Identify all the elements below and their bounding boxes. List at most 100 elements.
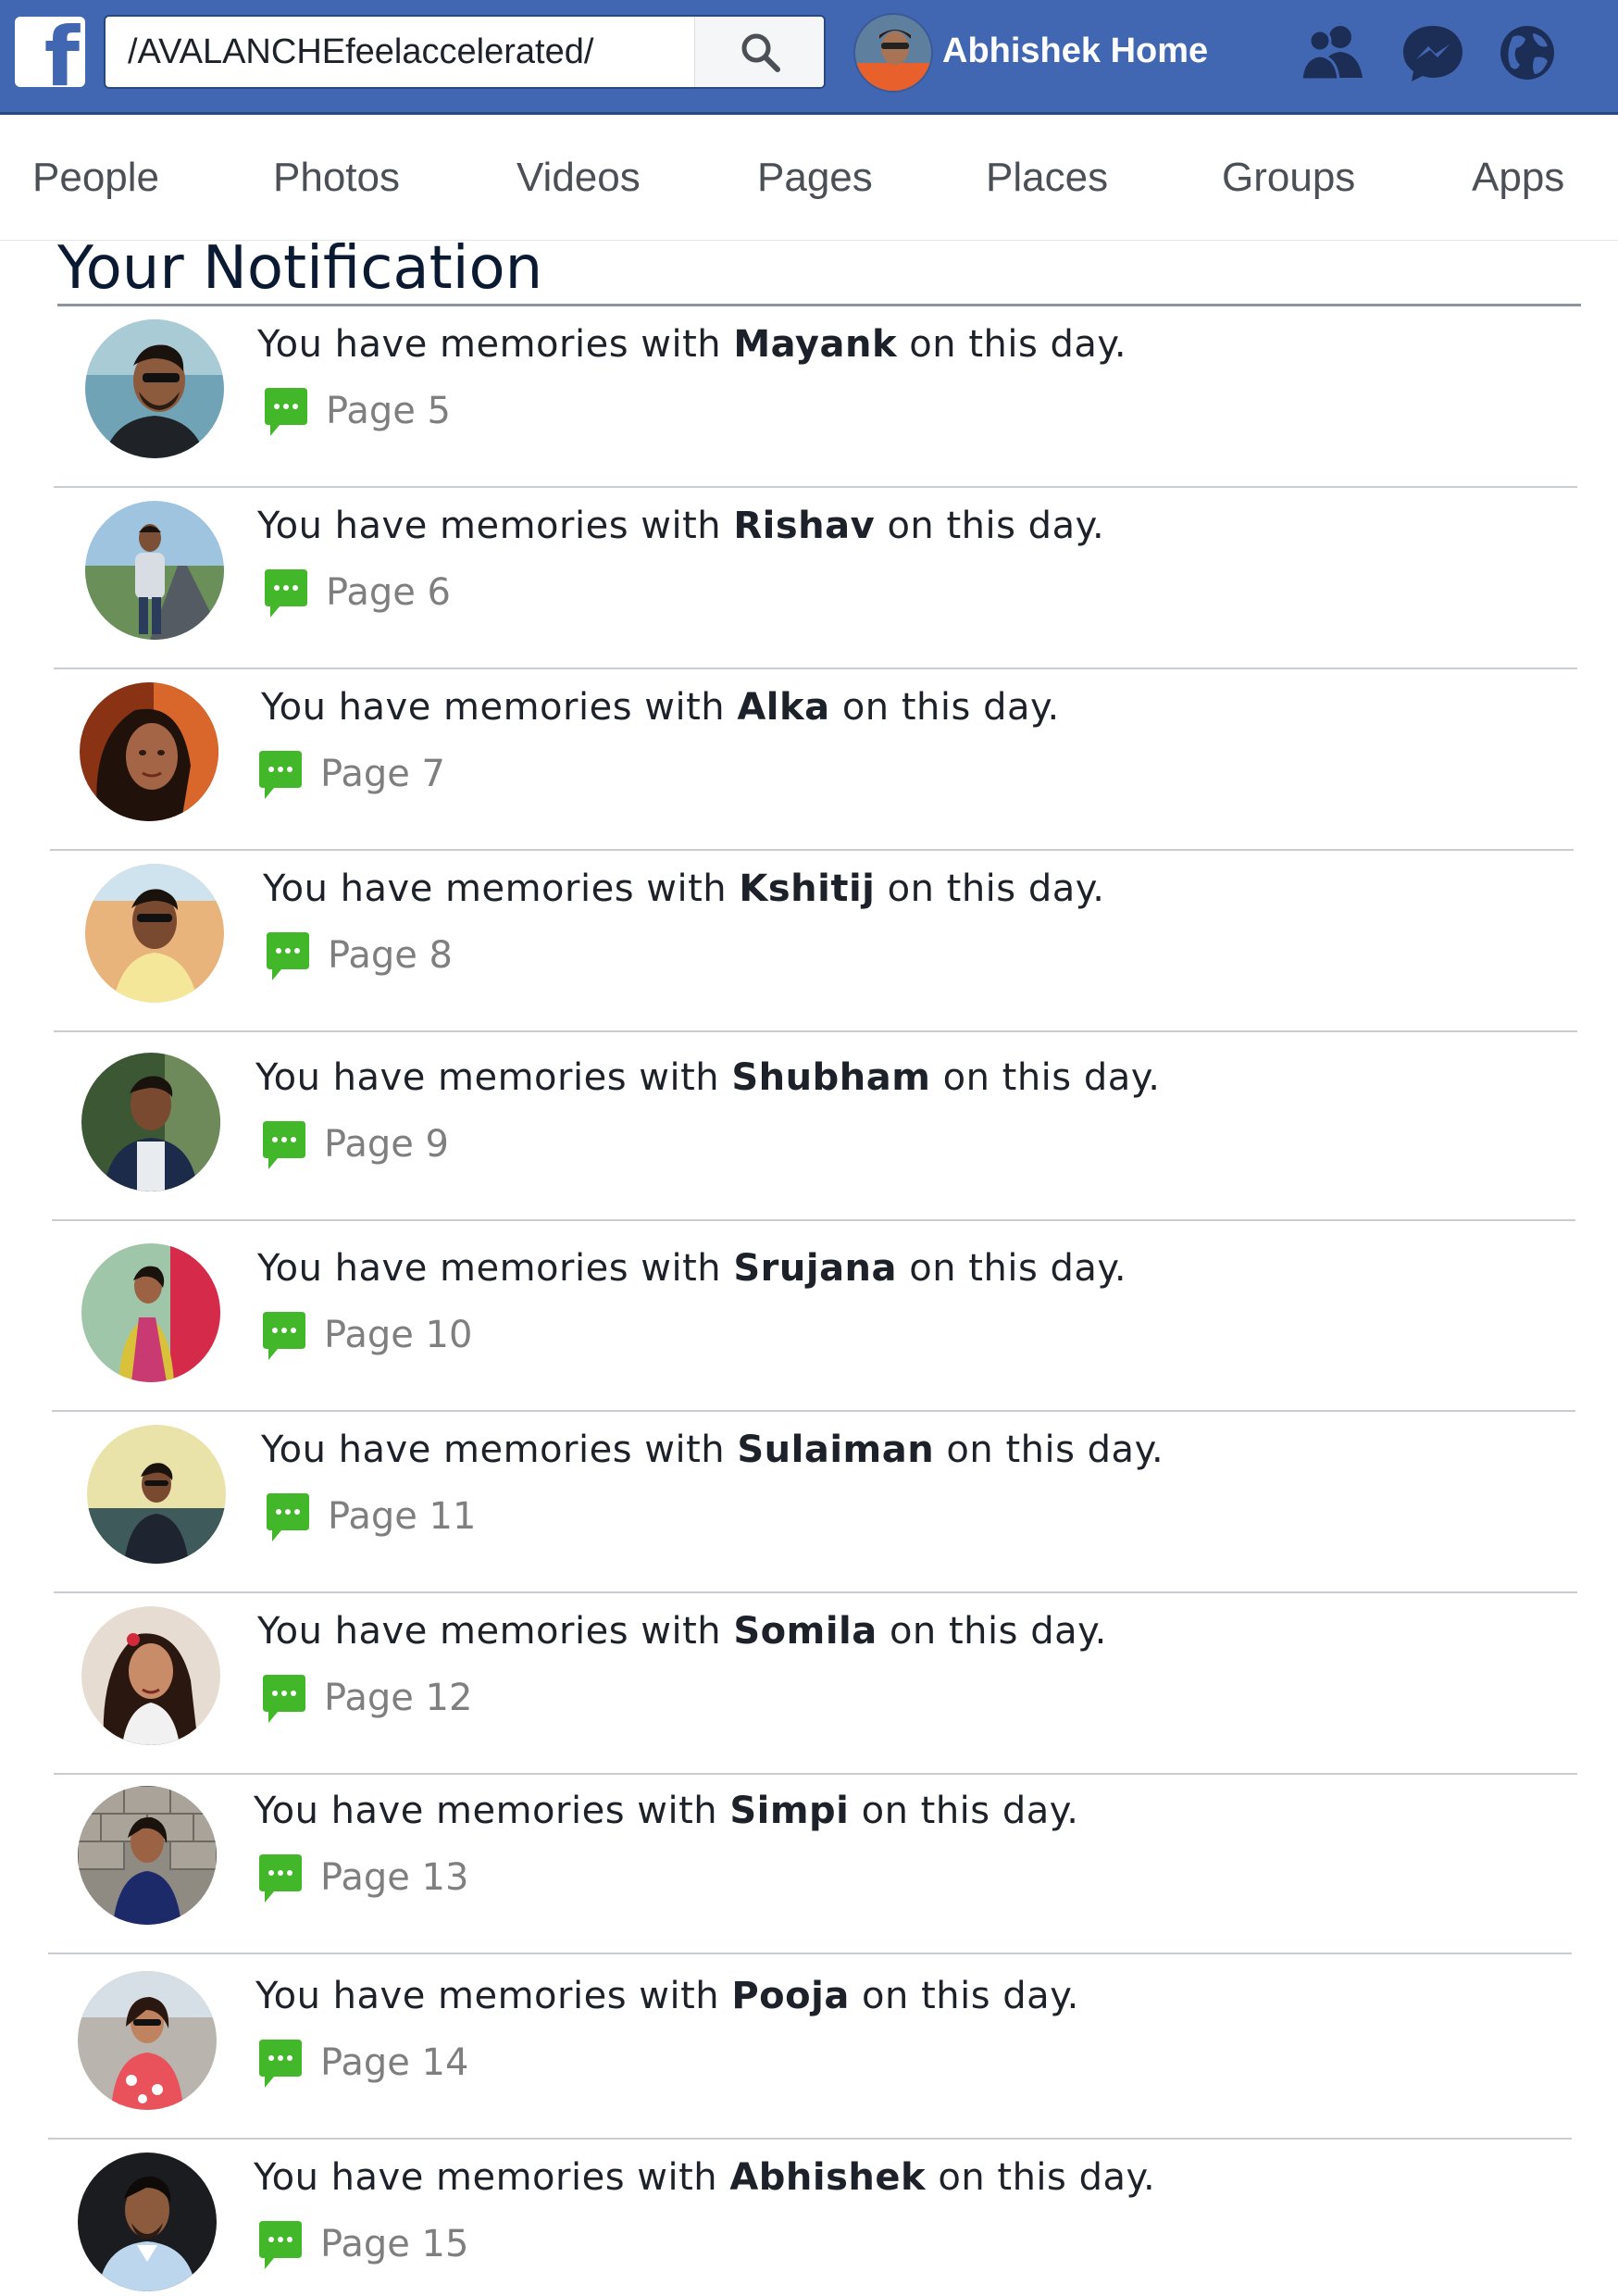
comment-icon [265, 569, 307, 618]
comment-icon [259, 751, 302, 799]
page-link[interactable]: Page 5 [326, 382, 451, 440]
avatar[interactable] [81, 1243, 220, 1382]
notification-suffix: on this day. [887, 505, 1105, 547]
avatar[interactable] [85, 864, 224, 1003]
notification-item[interactable]: You have memories with Rishav on this da… [0, 488, 1618, 669]
friend-name[interactable]: Kshitij [739, 867, 875, 910]
messenger-icon [1403, 26, 1462, 81]
notification-prefix: You have memories with [257, 1610, 722, 1653]
tab-people[interactable]: People [32, 145, 159, 210]
friend-name[interactable]: Rishav [733, 505, 875, 547]
page-link[interactable]: Page 14 [320, 2034, 468, 2091]
page-link[interactable]: Page 12 [324, 1669, 472, 1727]
comment-icon [263, 1312, 305, 1360]
notification-text: You have memories with Somila on this da… [257, 1599, 1107, 1664]
notification-text: You have memories with Srujana on this d… [257, 1236, 1126, 1301]
friend-requests-button[interactable] [1298, 20, 1368, 85]
notification-text: You have memories with Abhishek on this … [254, 2145, 1155, 2210]
notification-text: You have memories with Simpi on this day… [254, 1778, 1078, 1843]
friend-name[interactable]: Abhishek [729, 2156, 926, 2199]
avatar-photo [78, 1786, 217, 1925]
tab-pages[interactable]: Pages [757, 145, 873, 210]
avatar[interactable] [78, 1971, 217, 2110]
friends-icon [1300, 26, 1363, 81]
friend-name[interactable]: Mayank [733, 323, 897, 366]
tab-photos[interactable]: Photos [273, 145, 400, 210]
page-link[interactable]: Page 8 [328, 927, 453, 984]
notification-item[interactable]: You have memories with Somila on this da… [0, 1593, 1618, 1775]
page-link[interactable]: Page 10 [324, 1306, 472, 1364]
notification-prefix: You have memories with [254, 2156, 718, 2199]
search-input[interactable]: /AVALANCHEfeelaccelerated/ [128, 17, 593, 87]
tab-groups[interactable]: Groups [1222, 145, 1355, 210]
page-link[interactable]: Page 13 [320, 1849, 468, 1906]
friend-name[interactable]: Alka [737, 686, 829, 729]
profile-avatar[interactable] [853, 13, 933, 93]
notification-suffix: on this day. [841, 686, 1060, 729]
friend-name[interactable]: Somila [733, 1610, 877, 1653]
notification-suffix: on this day. [942, 1056, 1161, 1099]
search-filter-tabs: People Photos Videos Pages Places Groups… [0, 118, 1618, 241]
notification-item[interactable]: You have memories with Shubham on this d… [0, 1040, 1618, 1221]
tab-videos[interactable]: Videos [517, 145, 641, 210]
notification-suffix: on this day. [862, 1975, 1079, 2017]
avatar[interactable] [78, 1786, 217, 1925]
page-link[interactable]: Page 9 [324, 1116, 449, 1173]
notification-item[interactable]: You have memories with Kshitij on this d… [0, 851, 1618, 1032]
avatar[interactable] [85, 501, 224, 640]
divider [48, 1953, 1572, 1954]
page-link[interactable]: Page 7 [320, 745, 445, 803]
avatar[interactable] [81, 1606, 220, 1745]
avatar[interactable] [80, 682, 218, 821]
friend-name[interactable]: Simpi [729, 1790, 849, 1832]
notification-item[interactable]: You have memories with Abhishek on this … [0, 2140, 1618, 2296]
globe-icon [1500, 26, 1554, 80]
notification-text: You have memories with Kshitij on this d… [263, 856, 1104, 921]
comment-icon [265, 388, 307, 436]
messenger-button[interactable] [1398, 20, 1468, 85]
notification-text: You have memories with Shubham on this d… [255, 1045, 1160, 1110]
divider [54, 1030, 1577, 1032]
facebook-logo[interactable]: f [15, 17, 85, 87]
comment-icon [259, 2040, 302, 2088]
search-button[interactable] [694, 17, 824, 87]
notification-item[interactable]: You have memories with Simpi on this day… [0, 1773, 1618, 1954]
notification-prefix: You have memories with [257, 505, 722, 547]
divider [52, 1219, 1575, 1221]
notification-suffix: on this day. [909, 323, 1127, 366]
avatar-photo [85, 319, 224, 458]
friend-name[interactable]: Sulaiman [737, 1429, 934, 1471]
avatar[interactable] [78, 2152, 217, 2291]
tab-places[interactable]: Places [986, 145, 1108, 210]
notification-suffix: on this day. [909, 1247, 1127, 1290]
notification-prefix: You have memories with [254, 1790, 718, 1832]
notification-item[interactable]: You have memories with Mayank on this da… [0, 306, 1618, 488]
notifications-button[interactable] [1492, 20, 1562, 85]
tab-apps[interactable]: Apps [1472, 145, 1564, 210]
notification-text: You have memories with Alka on this day. [261, 675, 1060, 740]
avatar[interactable] [85, 319, 224, 458]
page-link[interactable]: Page 6 [326, 564, 451, 621]
profile-home-link[interactable]: Abhishek Home [942, 20, 1208, 81]
notification-list: You have memories with Mayank on this da… [0, 306, 1618, 2296]
comment-icon [263, 1121, 305, 1169]
notification-item[interactable]: You have memories with Sulaiman on this … [0, 1412, 1618, 1593]
comment-icon [259, 1854, 302, 1903]
page-link[interactable]: Page 15 [320, 2215, 468, 2273]
notification-prefix: You have memories with [257, 323, 722, 366]
page-link[interactable]: Page 11 [328, 1488, 476, 1545]
notification-suffix: on this day. [946, 1429, 1164, 1471]
home-link-label: Home [1110, 31, 1209, 70]
notification-item[interactable]: You have memories with Alka on this day.… [0, 669, 1618, 851]
avatar-photo [80, 682, 218, 821]
avatar[interactable] [81, 1053, 220, 1192]
friend-name[interactable]: Pooja [731, 1975, 849, 2017]
avatar[interactable] [87, 1425, 226, 1564]
facebook-logo-letter: f [44, 17, 80, 87]
friend-name[interactable]: Shubham [731, 1056, 930, 1099]
notification-item[interactable]: You have memories with Srujana on this d… [0, 1230, 1618, 1412]
friend-name[interactable]: Srujana [733, 1247, 897, 1290]
notification-text: You have memories with Sulaiman on this … [261, 1417, 1164, 1482]
notification-item[interactable]: You have memories with Pooja on this day… [0, 1958, 1618, 2140]
notification-prefix: You have memories with [255, 1056, 720, 1099]
